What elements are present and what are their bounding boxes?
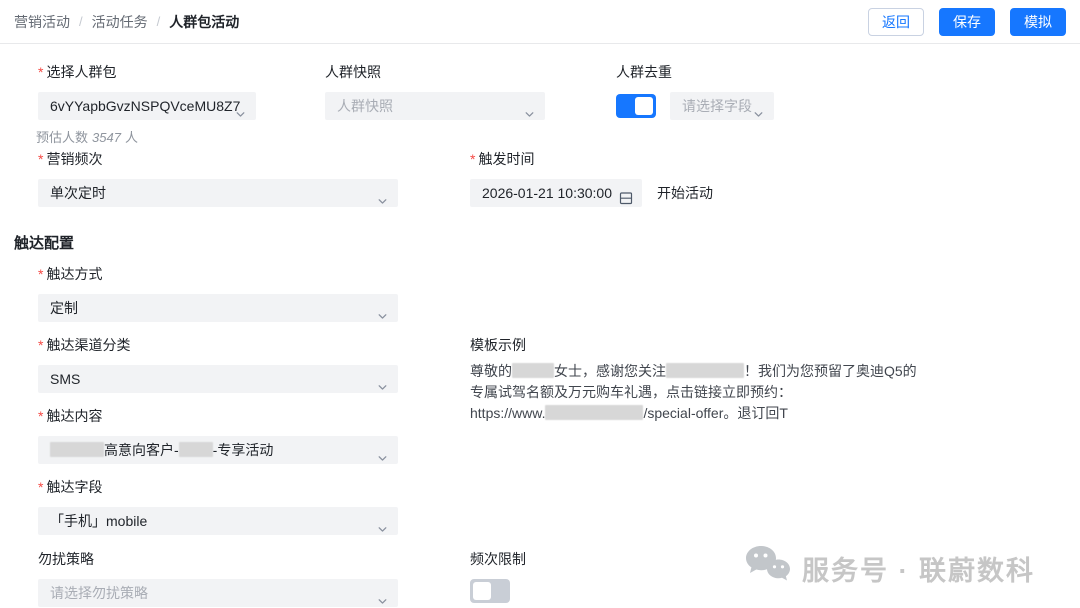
touch-channel-group: *触达渠道分类 SMS	[38, 335, 398, 393]
audience-snapshot-select[interactable]: 人群快照	[325, 92, 545, 120]
header-actions: 返回 保存 模拟	[868, 8, 1066, 36]
trigger-time-label: *触发时间	[470, 149, 713, 169]
required-mark: *	[38, 266, 43, 282]
touch-channel-value: SMS	[50, 371, 80, 387]
breadcrumb-separator: /	[157, 14, 161, 29]
trigger-time-datepicker[interactable]: 2026-01-21 10:30:00	[470, 179, 642, 207]
simulate-button[interactable]: 模拟	[1010, 8, 1066, 36]
chevron-down-icon	[377, 588, 388, 607]
breadcrumb-audience-package-campaign: 人群包活动	[169, 12, 239, 32]
required-mark: *	[38, 151, 43, 167]
breadcrumb-campaign-tasks[interactable]: 活动任务	[92, 12, 148, 32]
touch-channel-select[interactable]: SMS	[38, 365, 398, 393]
required-mark: *	[38, 408, 43, 424]
toggle-knob	[473, 582, 491, 600]
touch-content-value: 高意向客户-	[104, 442, 179, 458]
redacted-block	[666, 363, 744, 378]
chevron-down-icon	[235, 101, 246, 120]
calendar-icon	[619, 186, 633, 207]
touch-content-group: *触达内容 高意向客户- -专享活动	[38, 406, 398, 464]
touch-content-value-suffix: -专享活动	[213, 442, 274, 458]
required-mark: *	[470, 151, 475, 167]
watermark: 服务号 · 联蔚数科	[744, 544, 1035, 593]
redacted-block	[179, 442, 213, 457]
touch-method-value: 定制	[50, 300, 78, 316]
chevron-down-icon	[524, 101, 535, 120]
audience-snapshot-group: 人群快照 人群快照	[325, 62, 545, 120]
dedupe-field-select[interactable]: 请选择字段	[670, 92, 774, 120]
frequency-limit-group: 频次限制	[470, 549, 526, 603]
template-line-2: 专属试驾名额及万元购车礼遇，点击链接立即预约：	[470, 382, 900, 403]
audience-dedupe-group: 人群去重 请选择字段	[616, 62, 774, 120]
marketing-frequency-group: *营销频次 单次定时	[38, 149, 398, 207]
chevron-down-icon	[377, 516, 388, 535]
template-line-1: 尊敬的女士，感谢您关注！我们为您预留了奥迪Q5的	[470, 361, 900, 382]
audience-snapshot-placeholder: 人群快照	[337, 98, 393, 114]
touch-method-select[interactable]: 定制	[38, 294, 398, 322]
audience-dedupe-toggle[interactable]	[616, 94, 656, 118]
toggle-knob	[635, 97, 653, 115]
touch-field-select[interactable]: 「手机」mobile	[38, 507, 398, 535]
watermark-text: 服务号 · 联蔚数科	[802, 549, 1035, 588]
chevron-down-icon	[377, 303, 388, 322]
dnd-policy-group: 勿扰策略 请选择勿扰策略	[38, 549, 398, 607]
trigger-time-value: 2026-01-21 10:30:00	[482, 185, 612, 201]
chevron-down-icon	[753, 101, 764, 120]
touch-field-value: 「手机」mobile	[50, 513, 147, 529]
wechat-bubbles-icon	[744, 544, 792, 593]
touch-config-section-title: 触达配置	[14, 232, 74, 253]
frequency-limit-toggle[interactable]	[470, 579, 510, 603]
touch-content-select[interactable]: 高意向客户- -专享活动	[38, 436, 398, 464]
chevron-down-icon	[377, 374, 388, 393]
trigger-time-suffix: 开始活动	[657, 179, 713, 207]
dnd-policy-label: 勿扰策略	[38, 549, 398, 569]
marketing-frequency-label: *营销频次	[38, 149, 398, 169]
required-mark: *	[38, 337, 43, 353]
audience-dedupe-label: 人群去重	[616, 62, 774, 82]
marketing-frequency-value: 单次定时	[50, 185, 106, 201]
redacted-block	[50, 442, 104, 457]
chevron-down-icon	[377, 445, 388, 464]
dnd-policy-select[interactable]: 请选择勿扰策略	[38, 579, 398, 607]
touch-field-group: *触达字段 「手机」mobile	[38, 477, 398, 535]
redacted-block	[512, 363, 554, 378]
template-example-group: 模板示例 尊敬的女士，感谢您关注！我们为您预留了奥迪Q5的 专属试驾名额及万元购…	[470, 335, 900, 424]
marketing-frequency-select[interactable]: 单次定时	[38, 179, 398, 207]
required-mark: *	[38, 64, 43, 80]
touch-method-label: *触达方式	[38, 264, 398, 284]
touch-method-group: *触达方式 定制	[38, 264, 398, 322]
frequency-limit-label: 频次限制	[470, 549, 526, 569]
audience-package-label: *选择人群包	[38, 62, 256, 82]
trigger-time-group: *触发时间 2026-01-21 10:30:00 开始活动	[470, 149, 713, 207]
breadcrumb-separator: /	[79, 14, 83, 29]
breadcrumb: 营销活动 / 活动任务 / 人群包活动	[14, 12, 239, 32]
dedupe-field-placeholder: 请选择字段	[682, 98, 752, 114]
back-button[interactable]: 返回	[868, 8, 924, 36]
audience-package-value: 6vYYapbGvzNSPQVceMU8Z7	[50, 98, 240, 114]
touch-field-label: *触达字段	[38, 477, 398, 497]
touch-content-label: *触达内容	[38, 406, 398, 426]
touch-channel-label: *触达渠道分类	[38, 335, 398, 355]
required-mark: *	[38, 479, 43, 495]
redacted-block	[545, 405, 643, 420]
breadcrumb-marketing-campaigns[interactable]: 营销活动	[14, 12, 70, 32]
estimated-audience-count: 预估人数3547人	[36, 127, 256, 146]
template-example-label: 模板示例	[470, 335, 900, 355]
audience-package-group: *选择人群包 6vYYapbGvzNSPQVceMU8Z7 预估人数3547人	[38, 62, 256, 146]
save-button[interactable]: 保存	[939, 8, 995, 36]
chevron-down-icon	[377, 188, 388, 207]
audience-package-select[interactable]: 6vYYapbGvzNSPQVceMU8Z7	[38, 92, 256, 120]
top-bar: 营销活动 / 活动任务 / 人群包活动 返回 保存 模拟	[0, 0, 1080, 44]
dnd-policy-placeholder: 请选择勿扰策略	[50, 585, 148, 601]
audience-snapshot-label: 人群快照	[325, 62, 545, 82]
campaign-edit-page: 营销活动 / 活动任务 / 人群包活动 返回 保存 模拟 *选择人群包 6vYY…	[0, 0, 1080, 608]
template-example-text: 尊敬的女士，感谢您关注！我们为您预留了奥迪Q5的 专属试驾名额及万元购车礼遇，点…	[470, 361, 900, 424]
template-line-3: https://www./special-offer。退订回T	[470, 403, 900, 424]
